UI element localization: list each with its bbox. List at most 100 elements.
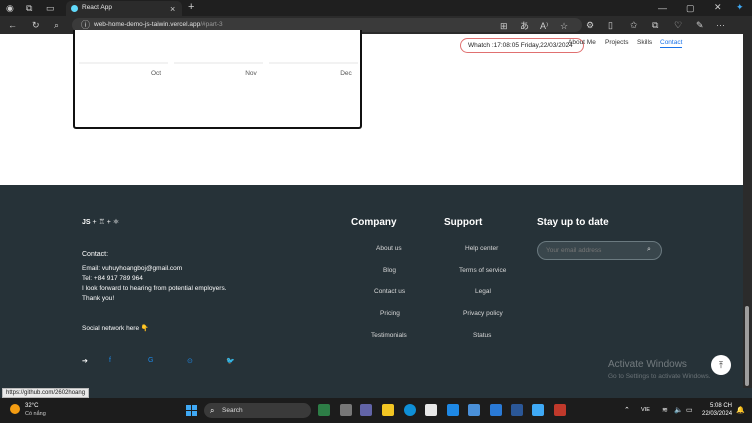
nav-about-me[interactable]: About Me <box>568 39 596 46</box>
clock-badge: Whatch :17:08:05 Friday,22/03/2024 <box>460 38 584 53</box>
remote-app-icon[interactable] <box>468 404 480 416</box>
profile-icon[interactable]: ◉ <box>6 3 14 13</box>
link-help-center[interactable]: Help center <box>465 245 498 252</box>
activate-windows-title: Activate Windows <box>608 359 687 370</box>
google-icon[interactable]: G <box>148 357 153 364</box>
arrow-right-icon: ➔ <box>82 358 88 365</box>
tab-actions-icon[interactable]: ▭ <box>46 3 55 13</box>
maximize-icon[interactable]: ▢ <box>686 3 695 13</box>
link-contact-us[interactable]: Contact us <box>374 288 405 295</box>
chart-x-tick-label: Oct <box>151 70 161 77</box>
twitter-icon[interactable]: 🐦 <box>226 357 235 365</box>
search-icon: ⌕ <box>210 406 215 415</box>
windows-taskbar: 32°C Có nắng ⌕ Search ⌃ VIE ≋ 🔈 ▭ 5:08 C… <box>0 398 752 423</box>
collections-icon[interactable]: ⧉ <box>26 3 32 13</box>
file-explorer-icon[interactable] <box>382 404 394 416</box>
language-indicator[interactable]: VIE <box>641 407 650 413</box>
search-icon[interactable]: ⌕ <box>54 20 59 30</box>
new-tab-icon[interactable]: + <box>188 2 194 13</box>
react-logo-icon: ⚛ <box>112 219 120 226</box>
page-scrollbar[interactable] <box>743 34 752 388</box>
url-text: web-home-demo-js-taiwin.vercel.app/#part… <box>94 21 223 28</box>
facebook-icon[interactable]: f <box>109 357 111 364</box>
favorite-star-icon[interactable]: ☆ <box>560 21 568 31</box>
tray-chevron-icon[interactable]: ⌃ <box>624 406 630 414</box>
battery-icon[interactable]: ▭ <box>686 406 693 414</box>
link-pricing[interactable]: Pricing <box>380 310 400 317</box>
vscode-app-icon[interactable] <box>490 404 502 416</box>
link-about-us[interactable]: About us <box>376 245 402 252</box>
search-submit-icon[interactable]: ⌕ <box>647 246 651 254</box>
taskbar-time[interactable]: 5:08 CH <box>710 403 732 409</box>
site-info-icon[interactable]: ⓘ <box>81 20 90 30</box>
support-heading: Support <box>444 217 483 228</box>
nav-projects[interactable]: Projects <box>605 39 628 46</box>
github-icon[interactable]: ⊙ <box>187 357 193 365</box>
weather-sun-icon[interactable] <box>10 404 20 414</box>
link-status[interactable]: Status <box>473 332 491 339</box>
more-menu-icon[interactable]: ··· <box>716 20 725 30</box>
js-logo-icon: JS <box>82 219 91 226</box>
scrollbar-thumb[interactable] <box>745 306 749 386</box>
link-legal[interactable]: Legal <box>475 288 491 295</box>
translate-icon[interactable]: あ <box>520 21 529 31</box>
url-path: /#part-3 <box>200 21 223 28</box>
favorites-icon[interactable]: ✩ <box>630 20 638 30</box>
url-host: web-home-demo-js-taiwin.vercel.app <box>94 21 201 28</box>
todo-app-icon[interactable] <box>447 404 459 416</box>
chart-card: Oct Nov Dec <box>73 30 362 129</box>
link-blog[interactable]: Blog <box>383 267 396 274</box>
copilot-icon[interactable]: ✦ <box>736 2 744 12</box>
widgets-app-icon[interactable] <box>318 404 330 416</box>
extensions-icon[interactable]: ⚙ <box>586 20 594 30</box>
social-heading: Social network here 👇 <box>82 325 149 332</box>
volume-icon[interactable]: 🔈 <box>674 406 683 414</box>
task-view-icon[interactable] <box>340 404 352 416</box>
refresh-icon[interactable]: ↻ <box>32 20 40 30</box>
plus-icon: + <box>92 219 97 226</box>
close-tab-icon[interactable]: × <box>170 4 175 14</box>
taskbar-search[interactable]: ⌕ Search <box>204 403 311 418</box>
link-terms[interactable]: Terms of service <box>459 267 506 274</box>
close-window-icon[interactable]: ✕ <box>714 2 722 12</box>
weather-temp: 32°C <box>25 403 39 409</box>
notepad-app-icon[interactable] <box>532 404 544 416</box>
contact-thanks: Thank you! <box>82 295 115 302</box>
sublime-app-icon[interactable] <box>554 404 566 416</box>
wifi-icon[interactable]: ≋ <box>662 406 668 414</box>
contact-tel: Tel: +84 917 789 964 <box>82 275 143 282</box>
newsletter-email-input[interactable] <box>537 241 662 260</box>
taskbar-search-label: Search <box>222 407 243 414</box>
start-button[interactable] <box>186 405 197 416</box>
chart-plot: Oct Nov Dec <box>79 62 358 77</box>
windows-logo-icon <box>186 405 191 410</box>
notification-bell-icon[interactable]: 🔔 <box>736 406 745 414</box>
nav-contact[interactable]: Contact <box>660 39 683 48</box>
tab-react-app[interactable]: React App × <box>66 1 182 16</box>
taskbar-date[interactable]: 22/03/2024 <box>702 411 732 417</box>
status-url-tooltip: https://github.com/2602hoang <box>2 388 90 398</box>
browser-essentials-icon[interactable]: ♡ <box>674 20 682 30</box>
back-icon[interactable]: ← <box>8 20 17 30</box>
contact-message: I look forward to hearing from potential… <box>82 285 227 292</box>
scroll-to-top-button[interactable]: ⤒ <box>711 355 731 375</box>
word-app-icon[interactable] <box>511 404 523 416</box>
feedback-icon[interactable]: ✎ <box>696 20 704 30</box>
subscribe-heading: Stay up to date <box>537 217 609 228</box>
nav-skills[interactable]: Skills <box>637 39 652 46</box>
arrow-up-icon: ⤒ <box>719 360 723 370</box>
split-screen-icon[interactable]: ▯ <box>608 20 613 30</box>
teams-app-icon[interactable] <box>360 404 372 416</box>
link-privacy[interactable]: Privacy policy <box>463 310 503 317</box>
weather-desc: Có nắng <box>25 411 46 417</box>
collections-bar-icon[interactable]: ⧉ <box>652 20 658 30</box>
read-aloud-icon[interactable]: A⁾ <box>540 21 548 31</box>
store-app-icon[interactable] <box>425 404 437 416</box>
browser-tab-bar: ◉ ⧉ ▭ React App × + — ▢ ✕ ✦ <box>0 0 752 16</box>
activate-windows-subtitle: Go to Settings to activate Windows. <box>608 373 711 380</box>
link-testimonials[interactable]: Testimonials <box>371 332 407 339</box>
edge-app-icon[interactable] <box>404 404 416 416</box>
minimize-icon[interactable]: — <box>658 3 667 13</box>
tab-title: React App <box>82 4 112 11</box>
app-available-icon[interactable]: ⊞ <box>500 21 508 31</box>
